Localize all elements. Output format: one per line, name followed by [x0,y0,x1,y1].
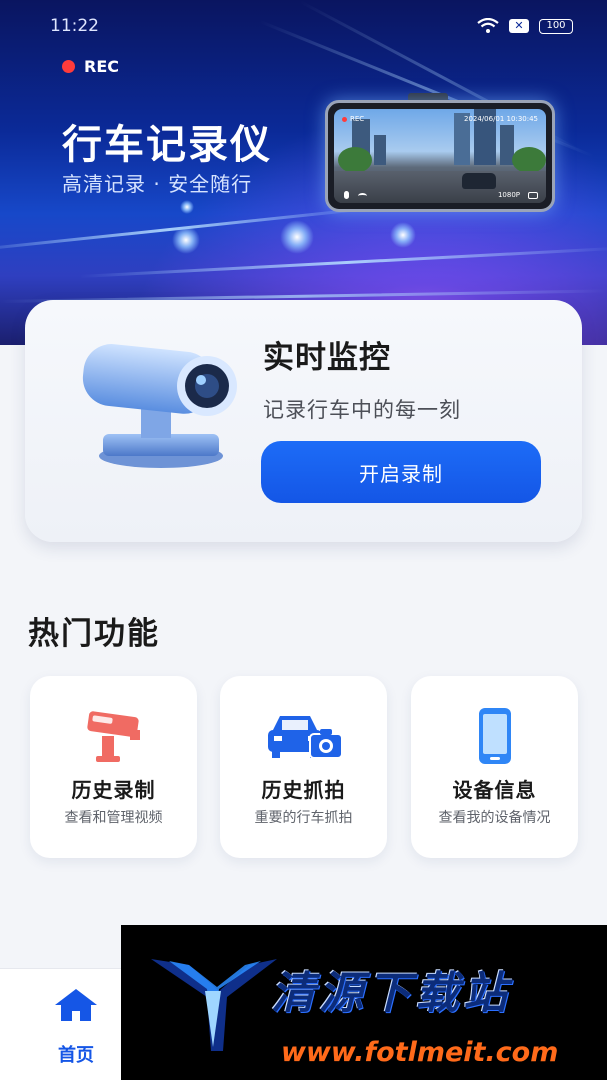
feature-desc: 查看我的设备情况 [438,810,551,826]
rec-indicator: REC [62,57,119,76]
camera-icon [528,192,538,199]
screen-resolution: 1080P [497,191,520,199]
feature-title: 设备信息 [452,778,537,802]
wifi-icon [477,18,499,33]
hot-features-title: 热门功能 [28,616,160,652]
sim-blocked-icon: ✕ [509,19,529,33]
dashcam-illustration: REC 2024/06/01 10:30:45 1080P [325,100,555,212]
monitor-title: 实时监控 [263,340,391,376]
feature-desc: 查看和管理视频 [64,810,163,826]
mic-icon [344,191,349,199]
dashcam-screen: REC 2024/06/01 10:30:45 1080P [334,109,546,203]
feature-title: 历史录制 [71,778,156,802]
light-streak [79,246,607,278]
watermark-overlay: 清源下载站 www.fotlmeit.com [121,925,607,1080]
security-camera-icon [82,344,237,468]
watermark-name: 清源下载站 [271,968,511,1019]
live-monitor-card: 实时监控 记录行车中的每一刻 开启录制 [25,300,582,542]
watermark-logo [151,959,277,1051]
status-time: 11:22 [50,16,99,36]
app-title: 行车记录仪 [62,122,272,168]
screen-rec: REC [342,115,364,123]
battery-icon: 100 [539,18,573,34]
light-glow [280,220,314,254]
hero-banner: 11:22 ✕ 100 REC 行车记录仪 高清记录 · 安全随行 REC 20… [0,0,607,345]
cctv-icon [86,711,140,762]
car-camera-icon [267,716,343,759]
tab-home[interactable]: 首页 [36,987,116,1067]
rec-label: REC [84,57,119,76]
history-snapshot-card[interactable]: 历史抓拍 重要的行车抓拍 [220,676,387,858]
feature-title: 历史抓拍 [261,778,346,802]
rec-dot-icon [62,60,75,73]
device-info-card[interactable]: 设备信息 查看我的设备情况 [411,676,578,858]
feature-desc: 重要的行车抓拍 [254,810,353,826]
car [462,173,496,189]
tree [512,147,546,173]
tab-home-label: 首页 [58,1045,94,1066]
light-glow [180,200,194,214]
phone-icon [478,708,511,764]
history-recording-card[interactable]: 历史录制 查看和管理视频 [30,676,197,858]
building [374,135,386,165]
watermark-url: www.fotlmeit.com [281,1037,559,1068]
app-subtitle: 高清记录 · 安全随行 [62,172,253,196]
status-icons: ✕ 100 [477,18,573,34]
screen-datetime: 2024/06/01 10:30:45 [463,115,538,123]
tree [338,147,372,173]
monitor-subtitle: 记录行车中的每一刻 [263,398,461,422]
home-icon [55,989,97,1021]
status-bar: 11:22 ✕ 100 [0,0,607,56]
light-glow [172,226,200,254]
light-glow [390,222,416,248]
start-recording-button[interactable]: 开启录制 [261,441,541,503]
wifi-icon [358,193,367,199]
